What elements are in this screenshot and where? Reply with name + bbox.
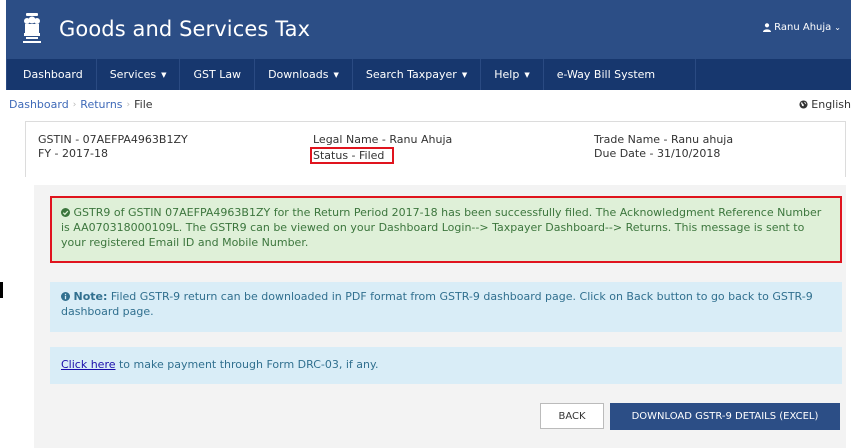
breadcrumb-file: File xyxy=(134,98,153,111)
trade-name-value: Trade Name - Ranu ahuja xyxy=(594,133,734,146)
nav-label: Help xyxy=(494,68,520,81)
fy-value: FY - 2017-18 xyxy=(38,147,108,160)
nav-label: Downloads xyxy=(268,68,329,81)
user-icon xyxy=(763,23,772,32)
action-buttons: BACK DOWNLOAD GSTR-9 DETAILS (EXCEL) xyxy=(34,403,846,431)
nav-label: GST Law xyxy=(193,68,242,81)
nav-downloads[interactable]: Downloads ▼ xyxy=(255,59,353,90)
caret-down-icon: ▼ xyxy=(333,70,339,79)
info-col-legal: Legal Name - Ranu Ahuja Status - Filed xyxy=(310,133,453,164)
note-label: Note: xyxy=(73,290,108,303)
success-message-text: GSTR9 of GSTIN 07AEFPA4963B1ZY for the R… xyxy=(61,206,822,249)
info-col-gstin: GSTIN - 07AEFPA4963B1ZY FY - 2017-18 xyxy=(38,133,188,161)
nav-eway-bill[interactable]: e-Way Bill System xyxy=(544,59,697,90)
legal-name-value: Legal Name - Ranu Ahuja xyxy=(313,133,453,146)
success-alert: GSTR9 of GSTIN 07AEFPA4963B1ZY for the R… xyxy=(50,196,842,263)
nav-label: Search Taxpayer xyxy=(365,68,457,81)
note-text: Filed GSTR-9 return can be downloaded in… xyxy=(61,290,813,318)
download-excel-button[interactable]: DOWNLOAD GSTR-9 DETAILS (EXCEL) xyxy=(610,403,840,430)
page: Goods and Services Tax Ranu Ahuja ⌄ Dash… xyxy=(6,0,851,448)
nav-search-taxpayer[interactable]: Search Taxpayer ▼ xyxy=(353,59,482,90)
header: Goods and Services Tax Ranu Ahuja ⌄ xyxy=(6,0,851,59)
main-content: GSTR9 of GSTIN 07AEFPA4963B1ZY for the R… xyxy=(34,185,846,448)
page-edge-marker xyxy=(0,282,3,298)
gstin-value: GSTIN - 07AEFPA4963B1ZY xyxy=(38,133,188,146)
nav-label: Services xyxy=(109,68,157,81)
check-circle-icon xyxy=(61,208,70,217)
globe-icon xyxy=(799,100,808,109)
nav-dashboard[interactable]: Dashboard xyxy=(6,59,97,90)
breadcrumb: Dashboard › Returns › File xyxy=(9,98,153,111)
payment-text: to make payment through Form DRC-03, if … xyxy=(115,358,379,371)
back-button[interactable]: BACK xyxy=(540,403,604,429)
info-col-trade: Trade Name - Ranu ahuja Due Date - 31/10… xyxy=(594,133,733,161)
payment-alert: Click here to make payment through Form … xyxy=(50,347,842,384)
breadcrumb-dashboard[interactable]: Dashboard xyxy=(9,98,69,111)
status-badge: Status - Filed xyxy=(310,147,395,164)
nav-services[interactable]: Services ▼ xyxy=(97,59,181,90)
caret-down-icon: ▼ xyxy=(461,70,468,79)
click-here-link[interactable]: Click here xyxy=(61,358,116,371)
emblem-logo-icon xyxy=(23,13,41,43)
nav-help[interactable]: Help ▼ xyxy=(481,59,544,90)
breadcrumb-bar: Dashboard › Returns › File English xyxy=(6,90,851,119)
breadcrumb-returns[interactable]: Returns xyxy=(80,98,122,111)
language-label: English xyxy=(811,98,851,111)
nav-label: Dashboard xyxy=(23,68,83,81)
nav-label: e-Way Bill System xyxy=(556,68,656,81)
caret-down-icon: ▼ xyxy=(161,70,167,79)
main-nav: Dashboard Services ▼ GST Law Downloads ▼ S… xyxy=(6,59,851,90)
language-selector[interactable]: English xyxy=(799,98,851,111)
info-circle-icon xyxy=(61,292,70,301)
chevron-right-icon: › xyxy=(72,99,77,110)
app-title: Goods and Services Tax xyxy=(59,17,311,41)
note-alert: Note: Filed GSTR-9 return can be downloa… xyxy=(50,282,842,332)
chevron-right-icon: › xyxy=(126,99,131,110)
return-info-panel: GSTIN - 07AEFPA4963B1ZY FY - 2017-18 Leg… xyxy=(25,121,846,177)
caret-down-icon: ▼ xyxy=(524,70,530,79)
due-date-value: Due Date - 31/10/2018 xyxy=(594,147,721,160)
chevron-down-icon: ⌄ xyxy=(834,23,841,32)
user-menu[interactable]: Ranu Ahuja ⌄ xyxy=(763,22,841,33)
user-name: Ranu Ahuja xyxy=(774,22,832,33)
nav-gst-law[interactable]: GST Law xyxy=(180,59,256,90)
